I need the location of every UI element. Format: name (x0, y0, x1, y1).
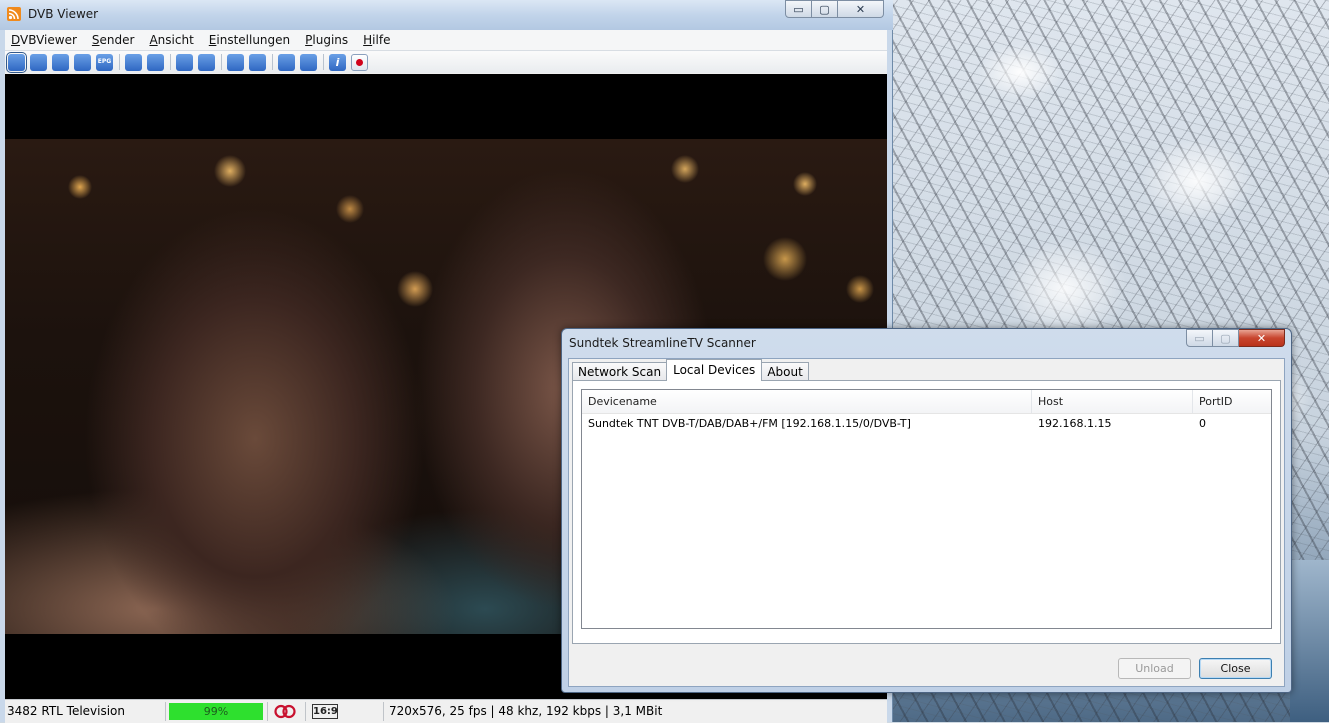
tools-icon[interactable] (300, 53, 317, 71)
minimize-button[interactable]: ▭ (785, 0, 812, 18)
osd-icon[interactable] (74, 53, 91, 71)
dvb-titlebar[interactable]: DVB Viewer ▭ ▢ ✕ (0, 0, 893, 30)
close-dialog-button[interactable]: Close (1199, 658, 1272, 679)
close-button[interactable]: ✕ (838, 0, 884, 18)
status-divider (165, 702, 166, 721)
device-list[interactable]: Devicename Host PortID Sundtek TNT DVB-T… (581, 389, 1272, 629)
dialog-minimize-button[interactable]: ▭ (1186, 329, 1213, 347)
desktop-icon[interactable] (52, 53, 69, 71)
menu-dvbviewer[interactable]: DVBViewer (5, 33, 86, 47)
next-channel-icon[interactable] (147, 53, 164, 71)
status-divider (305, 702, 306, 721)
table-row[interactable]: Sundtek TNT DVB-T/DAB/DAB+/FM [192.168.1… (582, 414, 1271, 434)
status-divider (383, 702, 384, 721)
menu-bar: DVBViewer Sender Ansicht Einstellungen P… (5, 30, 887, 51)
scanner-dialog: Sundtek StreamlineTV Scanner ▭ ▢ ✕ Netwo… (561, 328, 1292, 693)
epg-icon[interactable]: EPG (96, 53, 113, 71)
rss-app-icon (7, 7, 21, 21)
status-bar: 3482 RTL Television 99% 16:9 720x576, 25… (5, 699, 887, 723)
tab-local-devices[interactable]: Local Devices (666, 359, 763, 381)
row-devicename: Sundtek TNT DVB-T/DAB/DAB+/FM [192.168.1… (588, 417, 911, 430)
settings-icon[interactable] (278, 53, 295, 71)
window-controls: ▭ ▢ ✕ (785, 0, 884, 18)
tab-about[interactable]: About (761, 362, 809, 381)
channel-name: 3482 RTL Television (7, 704, 126, 718)
maximize-button[interactable]: ▢ (812, 0, 838, 18)
fullscreen-icon[interactable] (6, 51, 27, 73)
channel-list-icon[interactable] (176, 53, 193, 71)
menu-hilfe[interactable]: Hilfe (357, 33, 399, 47)
move-icon[interactable] (30, 53, 47, 71)
window-title: DVB Viewer (28, 7, 99, 21)
toolbar-separator (221, 54, 222, 70)
status-divider (267, 702, 268, 721)
wallpaper-water (1290, 560, 1329, 722)
forward-icon[interactable] (249, 53, 266, 71)
toolbar-separator (170, 54, 171, 70)
toolbar: EPG i (5, 51, 887, 73)
previous-channel-icon[interactable] (125, 53, 142, 71)
toolbar-separator (272, 54, 273, 70)
dialog-title: Sundtek StreamlineTV Scanner (569, 336, 756, 350)
menu-ansicht[interactable]: Ansicht (143, 33, 202, 47)
column-devicename[interactable]: Devicename (582, 390, 1032, 413)
row-portid: 0 (1199, 417, 1206, 430)
unload-button[interactable]: Unload (1118, 658, 1191, 679)
favorites-icon[interactable] (198, 53, 215, 71)
toolbar-separator (119, 54, 120, 70)
toolbar-separator (323, 54, 324, 70)
tab-strip: Network Scan Local Devices About (572, 359, 809, 381)
stream-info: 720x576, 25 fps | 48 khz, 192 kbps | 3,1… (389, 704, 663, 718)
menu-einstellungen[interactable]: Einstellungen (203, 33, 299, 47)
column-host[interactable]: Host (1032, 390, 1193, 413)
dialog-maximize-button[interactable]: ▢ (1213, 329, 1239, 347)
row-host: 192.168.1.15 (1038, 417, 1112, 430)
tab-network-scan[interactable]: Network Scan (572, 362, 668, 381)
record-icon[interactable] (351, 53, 368, 71)
dolby-icon (273, 704, 297, 719)
local-devices-panel: Devicename Host PortID Sundtek TNT DVB-T… (572, 380, 1281, 644)
aspect-ratio-badge: 16:9 (312, 704, 338, 719)
back-icon[interactable] (227, 53, 244, 71)
menu-plugins[interactable]: Plugins (299, 33, 357, 47)
dialog-window-controls: ▭ ▢ ✕ (1186, 329, 1285, 347)
column-portid[interactable]: PortID (1193, 390, 1271, 413)
device-list-header: Devicename Host PortID (582, 390, 1271, 414)
menu-sender[interactable]: Sender (86, 33, 144, 47)
info-icon[interactable]: i (329, 53, 346, 71)
dialog-close-button[interactable]: ✕ (1239, 329, 1285, 347)
signal-strength-bar: 99% (169, 703, 263, 720)
dialog-body: Network Scan Local Devices About Devicen… (568, 358, 1285, 687)
